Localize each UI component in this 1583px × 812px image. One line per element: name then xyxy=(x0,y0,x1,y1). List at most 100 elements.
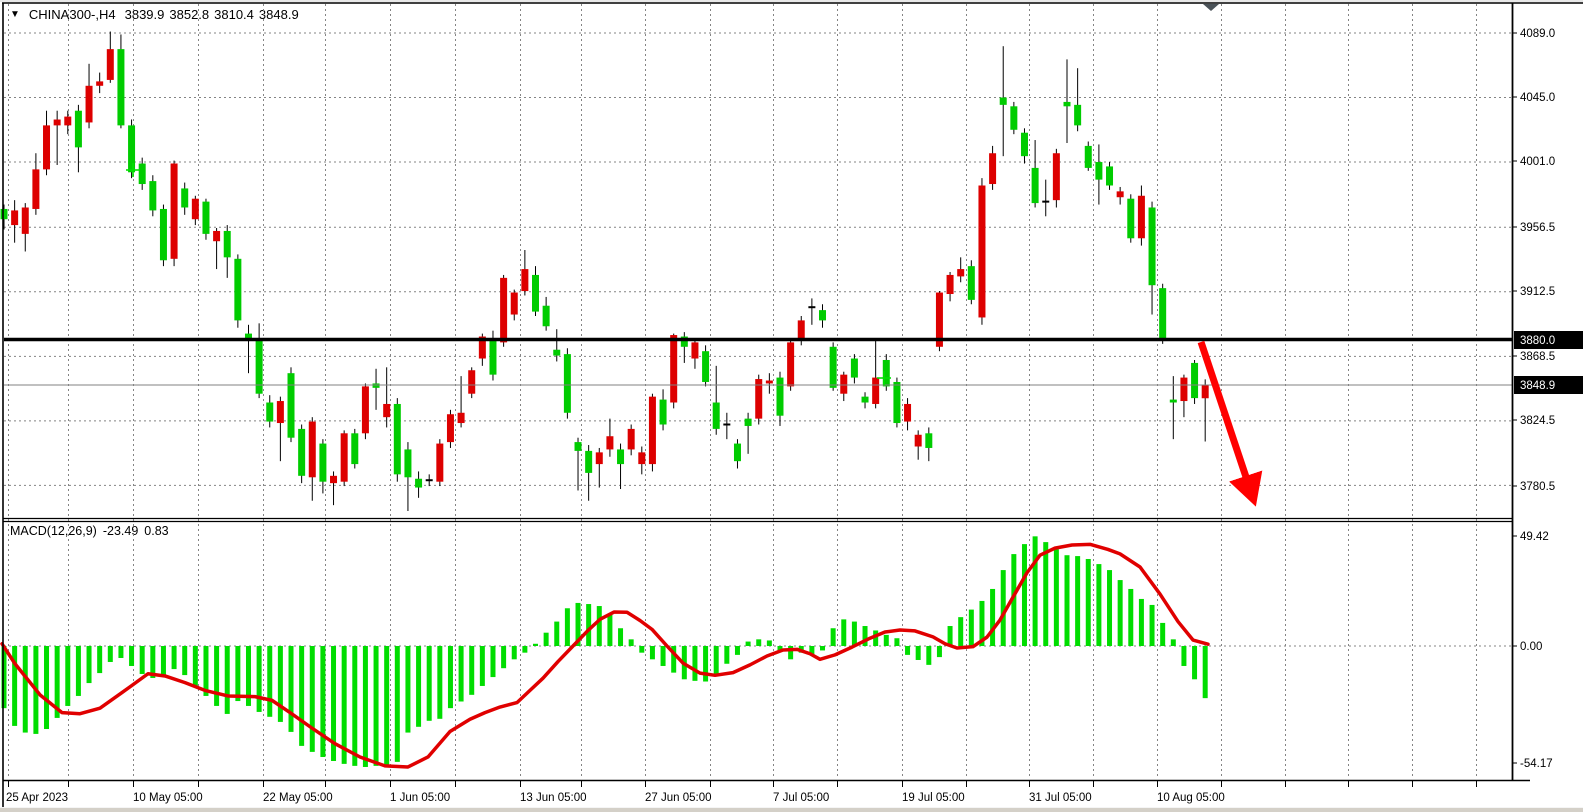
candle-down xyxy=(617,449,624,464)
macd-histogram-bar xyxy=(746,642,751,646)
candle-up xyxy=(468,370,475,393)
candle-down xyxy=(660,400,667,425)
candle-up xyxy=(436,444,443,482)
candle-up xyxy=(54,120,61,126)
macd-histogram-bar xyxy=(44,646,49,729)
time-axis-label: 22 May 05:00 xyxy=(263,792,333,804)
macd-histogram-bar xyxy=(692,646,697,681)
macd-histogram-bar xyxy=(225,646,230,714)
time-axis-label: 10 May 05:00 xyxy=(133,792,203,804)
candle-up xyxy=(500,278,507,343)
down-arrow-object[interactable] xyxy=(1201,342,1247,480)
macd-axis-label: 49.42 xyxy=(1520,531,1549,543)
macd-histogram-bar xyxy=(756,639,761,646)
candle-down xyxy=(830,347,837,388)
candle-down xyxy=(160,209,167,260)
time-axis-label: 7 Jul 05:00 xyxy=(773,792,829,804)
macd-histogram-bar xyxy=(235,646,240,701)
window-bottom-strip xyxy=(0,807,1583,812)
macd-histogram-bar xyxy=(490,646,495,677)
macd-histogram-bar xyxy=(427,646,432,721)
candle-down xyxy=(351,433,358,464)
macd-histogram-bar xyxy=(108,646,113,662)
candle-up xyxy=(171,164,178,259)
candle-up xyxy=(1053,153,1060,200)
macd-histogram-bar xyxy=(278,646,283,722)
macd-histogram-bar xyxy=(193,646,198,686)
candle-down xyxy=(1032,168,1039,203)
macd-histogram-bar xyxy=(501,646,506,668)
macd-histogram-bar xyxy=(289,646,294,732)
macd-histogram-bar xyxy=(544,633,549,646)
candle-down xyxy=(543,306,550,327)
scroll-position-marker-icon[interactable] xyxy=(1203,4,1219,11)
candle-up xyxy=(1138,196,1145,239)
candle-down xyxy=(713,403,720,429)
candle-down xyxy=(819,310,826,320)
candle-down xyxy=(181,188,188,207)
macd-histogram-bar xyxy=(448,646,453,708)
candle-up xyxy=(670,335,677,402)
macd-histogram-bar xyxy=(1033,536,1038,646)
macd-histogram-bar xyxy=(948,626,953,646)
candle-up xyxy=(341,433,348,481)
candle-down xyxy=(1095,162,1102,180)
candle-up xyxy=(213,231,220,241)
macd-histogram-bar xyxy=(937,646,942,657)
time-axis-label: 19 Jul 05:00 xyxy=(902,792,965,804)
candle-up xyxy=(521,269,528,291)
candle-down xyxy=(319,444,326,482)
candle-up xyxy=(798,320,805,339)
price-axis-label: 3780.5 xyxy=(1520,481,1555,493)
candle-down xyxy=(893,382,900,423)
macd-histogram-bar xyxy=(395,646,400,762)
macd-histogram-bar xyxy=(512,646,517,659)
candle-down xyxy=(1191,363,1198,398)
macd-histogram-bar xyxy=(1054,549,1059,646)
macd-histogram-bar xyxy=(629,639,634,646)
candle-up xyxy=(691,342,698,358)
candle-up xyxy=(606,436,613,449)
macd-histogram-bar xyxy=(352,646,357,766)
candle-down xyxy=(925,433,932,448)
macd-histogram-bar xyxy=(554,622,559,646)
time-axis-label: 27 Jun 05:00 xyxy=(645,792,712,804)
macd-histogram-bar xyxy=(299,646,304,746)
macd-histogram-bar xyxy=(320,646,325,757)
macd-histogram-bar xyxy=(310,646,315,752)
candle-up xyxy=(277,401,284,423)
candle-up xyxy=(766,381,773,384)
macd-histogram-bar xyxy=(735,646,740,655)
macd-histogram-bar xyxy=(565,608,570,646)
macd-histogram-bar xyxy=(1107,570,1112,646)
macd-axis-label: -54.17 xyxy=(1520,758,1553,770)
candle-up xyxy=(1180,378,1187,401)
candle-down xyxy=(139,164,146,185)
candle-up xyxy=(383,404,390,417)
candle-down xyxy=(851,359,858,378)
candle-up xyxy=(309,422,316,478)
candle-down xyxy=(1,209,8,219)
macd-histogram-bar xyxy=(1022,544,1027,646)
candle-down xyxy=(968,266,975,300)
macd-histogram-bar xyxy=(437,646,442,719)
candle-down xyxy=(1085,146,1092,168)
candle-up xyxy=(107,49,114,80)
macd-histogram-bar xyxy=(97,646,102,673)
macd-histogram-bar xyxy=(916,646,921,660)
price-axis-label: 4089.0 xyxy=(1520,28,1555,40)
price-chart-canvas[interactable]: 4089.04045.04001.03956.53912.53868.53824… xyxy=(0,0,1583,811)
candle-up xyxy=(904,404,911,422)
macd-histogram-bar xyxy=(841,619,846,646)
macd-histogram-bar xyxy=(926,646,931,665)
price-axis-label: 4001.0 xyxy=(1520,156,1555,168)
candle-up xyxy=(86,86,93,123)
macd-histogram-bar xyxy=(214,646,219,706)
macd-histogram-bar xyxy=(416,646,421,727)
macd-histogram-bar xyxy=(990,589,995,646)
macd-histogram-bar xyxy=(1096,564,1101,646)
candle-up xyxy=(872,378,879,404)
candle-down xyxy=(489,338,496,375)
candle-up xyxy=(96,81,103,85)
candle-up xyxy=(596,452,603,464)
